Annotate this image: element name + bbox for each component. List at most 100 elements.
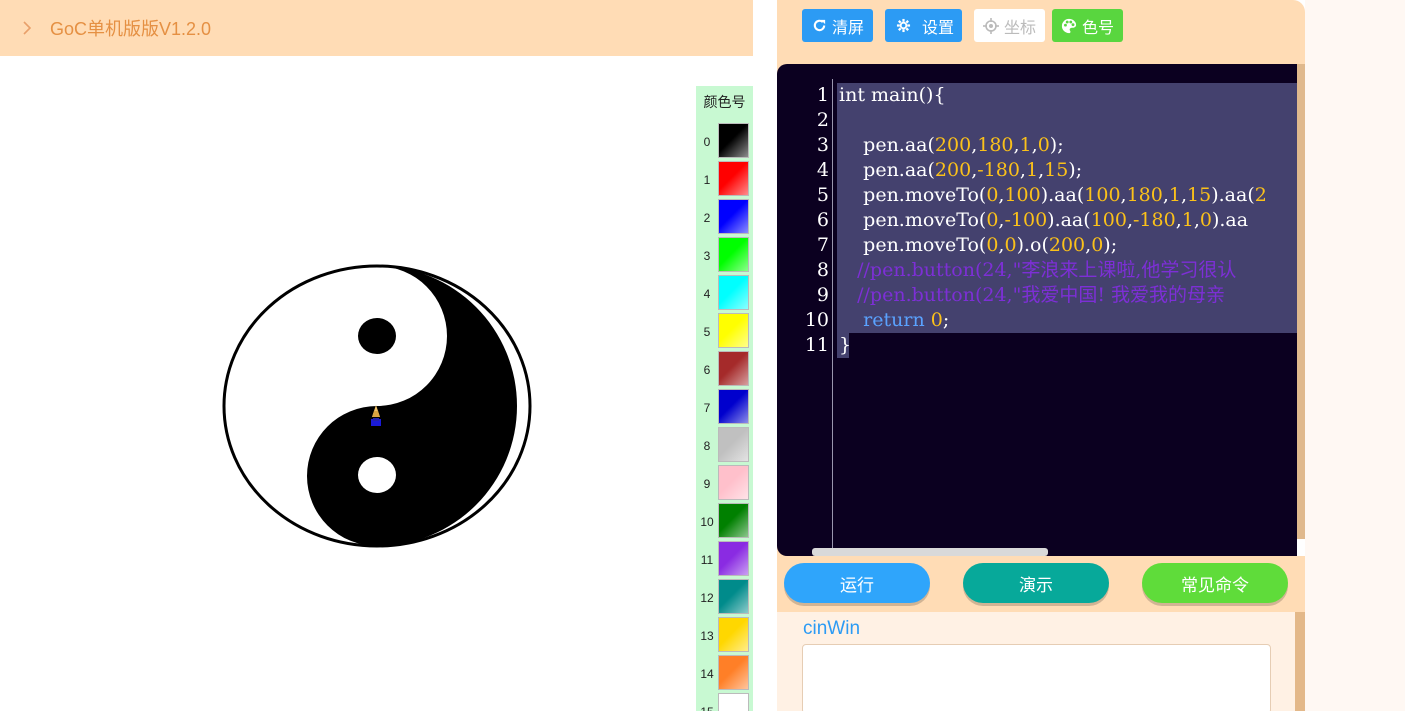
- swatch-number: 12: [700, 591, 714, 605]
- common-commands-button[interactable]: 常见命令: [1142, 563, 1288, 603]
- code-token: 15: [1044, 159, 1069, 181]
- color-swatch-row[interactable]: 8: [696, 427, 753, 463]
- line-text: pen.aa(200,180,1,0);: [839, 133, 1064, 158]
- code-token: 0: [930, 309, 943, 331]
- color-swatch-row[interactable]: 2: [696, 199, 753, 235]
- coordinates-button[interactable]: 坐标: [974, 9, 1046, 42]
- color-swatch[interactable]: [718, 617, 749, 652]
- swatch-number: 7: [703, 401, 711, 415]
- color-swatch[interactable]: [718, 351, 749, 386]
- code-token: 1: [1181, 209, 1194, 231]
- code-line[interactable]: 9 //pen.button(24,"我爱中国! 我爱我的母亲: [787, 283, 1297, 308]
- color-swatch[interactable]: [718, 237, 749, 272]
- settings-button[interactable]: 设置: [885, 9, 963, 42]
- color-swatch[interactable]: [718, 275, 749, 310]
- line-number: 10: [804, 309, 829, 331]
- color-numbers-button[interactable]: 色号: [1052, 9, 1124, 42]
- cin-scrollbar[interactable]: [1295, 612, 1305, 711]
- color-swatch[interactable]: [718, 579, 749, 614]
- goc-app: GoC单机版版V1.2.0 颜色号 0123456789101112131415: [0, 0, 1405, 711]
- line-number: 7: [816, 234, 829, 256]
- code-token: //pen.button(24,"我爱中国! 我爱我的母亲: [839, 284, 1225, 306]
- color-swatch-row[interactable]: 13: [696, 617, 753, 653]
- color-swatch-row[interactable]: 6: [696, 351, 753, 387]
- color-swatch-row[interactable]: 7: [696, 389, 753, 425]
- code-token: );: [1049, 134, 1064, 156]
- code-token: -180: [977, 159, 1020, 181]
- code-line[interactable]: 3 pen.aa(200,180,1,0);: [787, 133, 1297, 158]
- color-swatch[interactable]: [718, 389, 749, 424]
- clear-screen-button[interactable]: 清屏: [802, 9, 874, 42]
- code-token: 100: [1004, 184, 1041, 206]
- line-number: 4: [816, 159, 829, 181]
- code-line[interactable]: 2: [787, 108, 1297, 133]
- cin-input[interactable]: [802, 644, 1271, 711]
- chevron-right-icon[interactable]: [22, 21, 36, 35]
- color-swatch[interactable]: [718, 199, 749, 234]
- demo-button[interactable]: 演示: [963, 563, 1109, 603]
- color-swatch-row[interactable]: 4: [696, 275, 753, 311]
- line-number: 1: [816, 84, 829, 106]
- code-token: pen.moveTo(: [839, 209, 987, 231]
- color-swatch[interactable]: [718, 313, 749, 348]
- color-swatch-row[interactable]: 11: [696, 541, 753, 577]
- line-text: //pen.button(24,"我爱中国! 我爱我的母亲: [839, 283, 1225, 308]
- code-token: pen.moveTo(: [839, 234, 987, 256]
- line-number: 6: [816, 209, 829, 231]
- color-swatch[interactable]: [718, 655, 749, 690]
- color-swatch[interactable]: [718, 161, 749, 196]
- color-swatch[interactable]: [718, 427, 749, 462]
- line-text: }: [839, 333, 851, 358]
- line-number: 5: [816, 184, 829, 206]
- action-bar: 运行 演示 常见命令: [784, 563, 1294, 605]
- code-line[interactable]: 6 pen.moveTo(0,-100).aa(100,-180,1,0).aa: [787, 208, 1297, 233]
- color-swatch[interactable]: [718, 693, 749, 711]
- panel-divider[interactable]: [753, 0, 757, 711]
- color-swatch-row[interactable]: 9: [696, 465, 753, 501]
- vertical-scrollbar[interactable]: [1297, 64, 1305, 539]
- code-line[interactable]: 11}: [787, 333, 1297, 358]
- code-token: int main(){: [839, 84, 946, 106]
- color-swatch[interactable]: [718, 465, 749, 500]
- color-swatch-row[interactable]: 10: [696, 503, 753, 539]
- swatch-number: 0: [703, 135, 711, 149]
- color-swatch-row[interactable]: 12: [696, 579, 753, 615]
- code-line[interactable]: 1 int main(){: [787, 83, 1297, 108]
- color-swatch-row[interactable]: 15: [696, 693, 753, 711]
- code-token: -100: [1004, 209, 1048, 231]
- code-line[interactable]: 8 //pen.button(24,"李浪来上课啦,他学习很认: [787, 258, 1297, 283]
- color-swatch[interactable]: [718, 541, 749, 576]
- color-swatch[interactable]: [718, 123, 749, 158]
- swatch-number: 1: [703, 173, 711, 187]
- cin-window-label: cinWin: [803, 618, 861, 639]
- code-line[interactable]: 10 return 0;: [787, 308, 1297, 333]
- color-swatch-row[interactable]: 14: [696, 655, 753, 691]
- palette-icon: [1061, 18, 1077, 34]
- code-token: 180: [977, 134, 1014, 156]
- code-token: 0: [986, 234, 999, 256]
- color-swatch-row[interactable]: 1: [696, 161, 753, 197]
- code-token: ).aa(: [1211, 184, 1255, 206]
- line-number: 8: [816, 259, 829, 281]
- drawing-canvas[interactable]: [0, 56, 757, 711]
- code-line[interactable]: 4 pen.aa(200,-180,1,15);: [787, 158, 1297, 183]
- line-text: //pen.button(24,"李浪来上课啦,他学习很认: [839, 258, 1236, 283]
- code-line[interactable]: 7 pen.moveTo(0,0).o(200,0);: [787, 233, 1297, 258]
- code-token: 1: [1019, 134, 1032, 156]
- app-title: GoC单机版版V1.2.0: [50, 19, 212, 39]
- code-line[interactable]: 5 pen.moveTo(0,100).aa(100,180,1,15).aa(…: [787, 183, 1297, 208]
- color-numbers-label: 色号: [1082, 19, 1115, 37]
- toolbar: 清屏 设置 坐标 色号: [802, 9, 1124, 42]
- color-swatch-row[interactable]: 3: [696, 237, 753, 273]
- code-token: -180: [1133, 209, 1176, 231]
- color-swatch-row[interactable]: 0: [696, 123, 753, 159]
- line-number: 9: [816, 284, 829, 306]
- color-swatch-row[interactable]: 5: [696, 313, 753, 349]
- code-token: 2: [1254, 184, 1267, 206]
- horizontal-scrollbar-thumb[interactable]: [812, 548, 1048, 556]
- right-margin: [1305, 0, 1405, 711]
- run-button[interactable]: 运行: [784, 563, 930, 603]
- line-number: 3: [816, 134, 829, 156]
- code-editor[interactable]: 1 int main(){2 3 pen.aa(200,180,1,0); 4 pen…: [777, 64, 1297, 556]
- color-swatch[interactable]: [718, 503, 749, 538]
